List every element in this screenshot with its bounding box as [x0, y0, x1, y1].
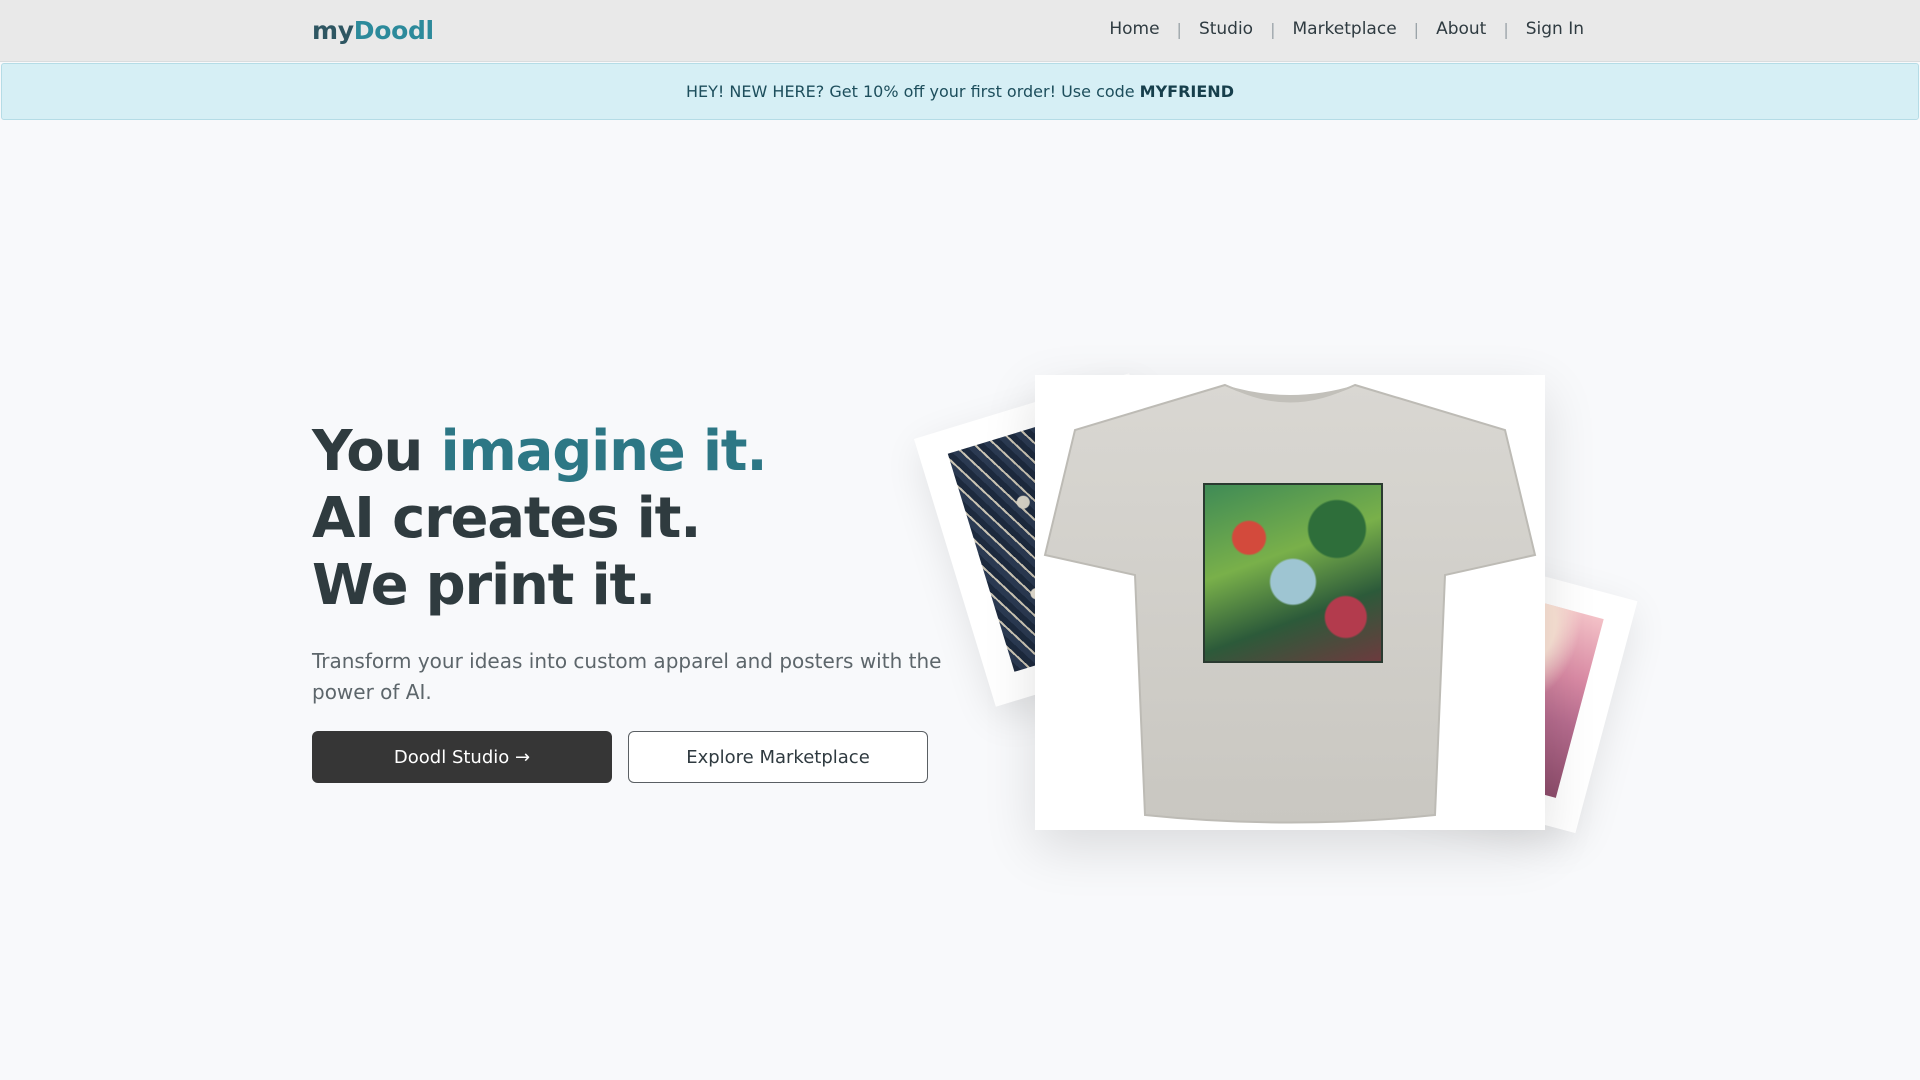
tshirt-card	[1035, 375, 1545, 830]
headline-line-1: You imagine it.	[312, 418, 768, 485]
headline-line-2: AI creates it.	[312, 486, 701, 551]
logo-text-my: my	[312, 16, 354, 45]
headline-line-3: We print it.	[312, 553, 656, 618]
hero-image-collage	[913, 360, 1650, 880]
hero-subtitle: Transform your ideas into custom apparel…	[312, 649, 942, 704]
doodl-studio-button[interactable]: Doodl Studio →	[312, 731, 612, 783]
site-logo[interactable]: myDoodl	[312, 16, 434, 45]
explore-marketplace-button[interactable]: Explore Marketplace	[628, 731, 928, 783]
promo-banner: HEY! NEW HERE? Get 10% off your first or…	[1, 63, 1919, 120]
tshirt-print-artwork	[1203, 483, 1383, 663]
nav-studio[interactable]: Studio	[1199, 19, 1253, 39]
hero-headline: You imagine it. AI creates it. We print …	[312, 418, 768, 619]
headline-imagine: imagine it.	[440, 419, 767, 484]
headline-you: You	[312, 419, 441, 484]
main-nav: Home | Studio | Marketplace | About | Si…	[1109, 19, 1584, 39]
nav-marketplace[interactable]: Marketplace	[1292, 19, 1396, 39]
nav-separator: |	[1413, 19, 1420, 39]
promo-text: HEY! NEW HERE? Get 10% off your first or…	[686, 82, 1135, 101]
nav-separator: |	[1503, 19, 1509, 39]
promo-code: MYFRIEND	[1139, 82, 1234, 101]
nav-separator: |	[1270, 19, 1276, 39]
nav-sign-in[interactable]: Sign In	[1526, 19, 1584, 39]
logo-text-doodl: Doodl	[353, 16, 434, 45]
top-navbar: myDoodl Home | Studio | Marketplace | Ab…	[0, 0, 1920, 62]
nav-about[interactable]: About	[1436, 19, 1486, 39]
nav-separator: |	[1176, 19, 1182, 39]
nav-home[interactable]: Home	[1109, 19, 1159, 39]
